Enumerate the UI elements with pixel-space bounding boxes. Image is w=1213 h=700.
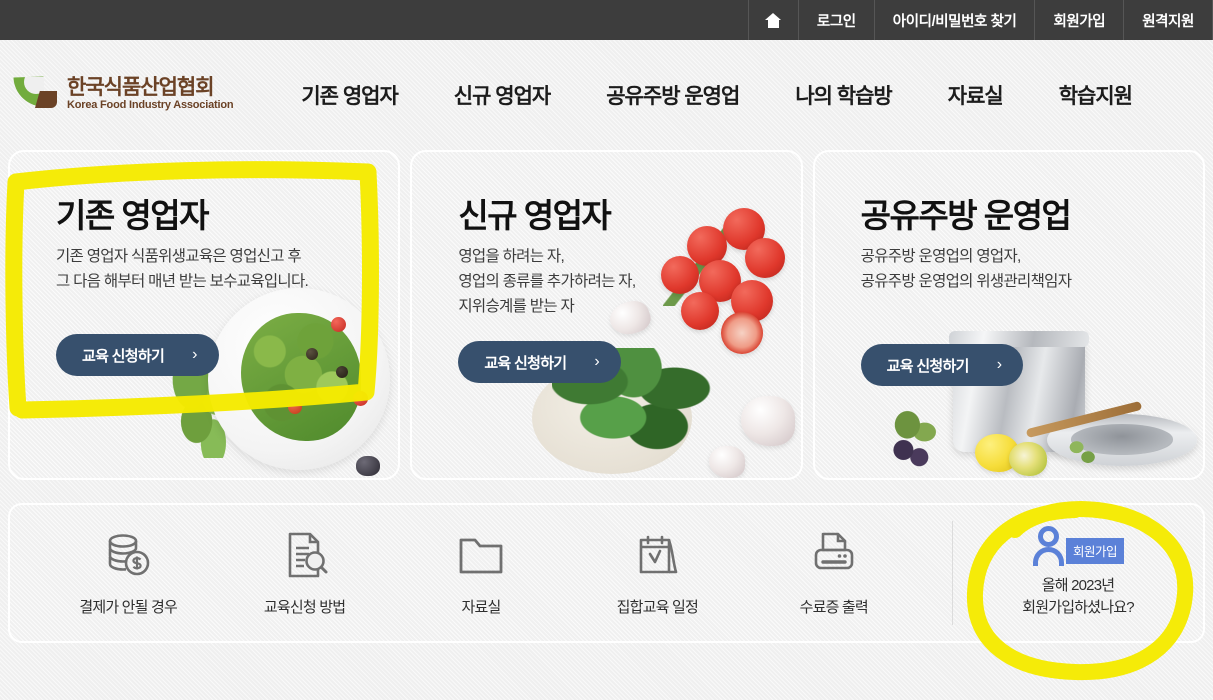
coins-dollar-icon [101, 530, 155, 580]
top-utility-bar: 로그인 아이디/비밀번호 찾기 회원가입 원격지원 [0, 0, 1213, 40]
nav-item-new-operator[interactable]: 신규 영업자 [426, 80, 578, 110]
card-1-description: 기존 영업자 식품위생교육은 영업신고 후 그 다음 해부터 매년 받는 보수교… [56, 248, 309, 291]
card-3-apply-label: 교육 신청하기 [886, 357, 970, 375]
card-1-title: 기존 영업자 [56, 197, 209, 234]
card-2-apply-label: 교육 신청하기 [484, 354, 567, 372]
remote-support-link[interactable]: 원격지원 [1123, 0, 1213, 40]
promo-card-row: 기존 영업자 기존 영업자 식품위생교육은 영업신고 후 그 다음 해부터 매년… [0, 150, 1213, 480]
card-2-description: 영업을 하려는 자, 영업의 종류를 추가하려는 자, 지위승계를 받는 자 [458, 248, 636, 316]
card-3-description: 공유주방 운영업의 영업자, 공유주방 운영업의 위생관리책임자 [860, 248, 1072, 291]
chevron-right-icon: › [192, 346, 197, 363]
site-logo[interactable]: 한국식품산업협회 Korea Food Industry Association [13, 76, 234, 113]
logo-name-english: Korea Food Industry Association [67, 99, 234, 112]
quick-link-label: 집합교육 일정 [616, 598, 699, 616]
nav-item-shared-kitchen[interactable]: 공유주방 운영업 [578, 80, 767, 110]
nav-item-resources[interactable]: 자료실 [920, 80, 1031, 110]
logo-mark-icon [13, 76, 58, 113]
quick-link-label: 결제가 안될 경우 [79, 598, 178, 616]
site-header: 한국식품산업협회 Korea Food Industry Association… [0, 40, 1213, 150]
person-icon [1032, 526, 1066, 567]
promo-card-shared-kitchen[interactable]: 공유주방 운영업 공유주방 운영업의 영업자, 공유주방 운영업의 위생관리책임… [812, 150, 1205, 480]
card-2-apply-button[interactable]: 교육 신청하기 › [458, 341, 622, 383]
find-id-password-link[interactable]: 아이디/비밀번호 찾기 [873, 0, 1035, 40]
quick-link-payment-issue[interactable]: 결제가 안될 경우 [53, 530, 203, 617]
card-1-apply-button[interactable]: 교육 신청하기 › [56, 334, 219, 376]
quick-link-label: 자료실 [461, 598, 501, 616]
card-1-apply-label: 교육 신청하기 [82, 347, 165, 365]
member-signup-header: 회원가입 [1032, 526, 1124, 567]
promo-card-new-operator[interactable]: 신규 영업자 영업을 하려는 자, 영업의 종류를 추가하려는 자, 지위승계를… [410, 150, 803, 480]
chevron-right-icon: › [594, 353, 600, 370]
printer-icon [807, 530, 861, 580]
logo-text-block: 한국식품산업협회 Korea Food Industry Association [67, 76, 234, 112]
calendar-check-icon [630, 530, 684, 580]
quick-link-how-to-apply[interactable]: 교육신청 방법 [230, 530, 380, 617]
signup-link[interactable]: 회원가입 [1034, 0, 1123, 40]
quick-link-label: 교육신청 방법 [263, 598, 346, 616]
member-signup-badge: 회원가입 [1065, 538, 1124, 565]
quick-link-group-training-schedule[interactable]: 집합교육 일정 [582, 530, 732, 617]
card-3-apply-button[interactable]: 교육 신청하기 › [860, 344, 1024, 386]
document-search-icon [278, 530, 332, 580]
folder-icon [454, 530, 508, 580]
main-navigation: 기존 영업자 신규 영업자 공유주방 운영업 나의 학습방 자료실 학습지원 [273, 80, 1213, 110]
chevron-right-icon: › [996, 356, 1002, 373]
quick-link-print-certificate[interactable]: 수료증 출력 [759, 530, 909, 617]
card-3-title: 공유주방 운영업 [860, 197, 1072, 234]
nav-item-learning-support[interactable]: 학습지원 [1031, 80, 1160, 110]
home-button[interactable] [747, 0, 798, 40]
promo-card-existing-operator[interactable]: 기존 영업자 기존 영업자 식품위생교육은 영업신고 후 그 다음 해부터 매년… [8, 150, 401, 480]
nav-item-my-classroom[interactable]: 나의 학습방 [767, 80, 919, 110]
card-2-title: 신규 영업자 [458, 197, 611, 234]
login-link[interactable]: 로그인 [797, 0, 874, 40]
quick-link-bar: 결제가 안될 경우 교육신청 방법 자료실 집합교육 일정 수료증 출력 회원가… [8, 503, 1205, 643]
logo-name-korean: 한국식품산업협회 [67, 76, 215, 100]
member-signup-text: 올해 2023년 회원가입하셨나요? [1022, 577, 1134, 616]
nav-item-existing-operator[interactable]: 기존 영업자 [273, 80, 425, 110]
home-icon [764, 12, 782, 28]
quick-link-items: 결제가 안될 경우 교육신청 방법 자료실 집합교육 일정 수료증 출력 [10, 505, 952, 641]
member-signup-promo[interactable]: 회원가입 올해 2023년 회원가입하셨나요? [953, 526, 1203, 620]
quick-link-label: 수료증 출력 [799, 598, 869, 616]
quick-link-resources[interactable]: 자료실 [406, 530, 556, 617]
